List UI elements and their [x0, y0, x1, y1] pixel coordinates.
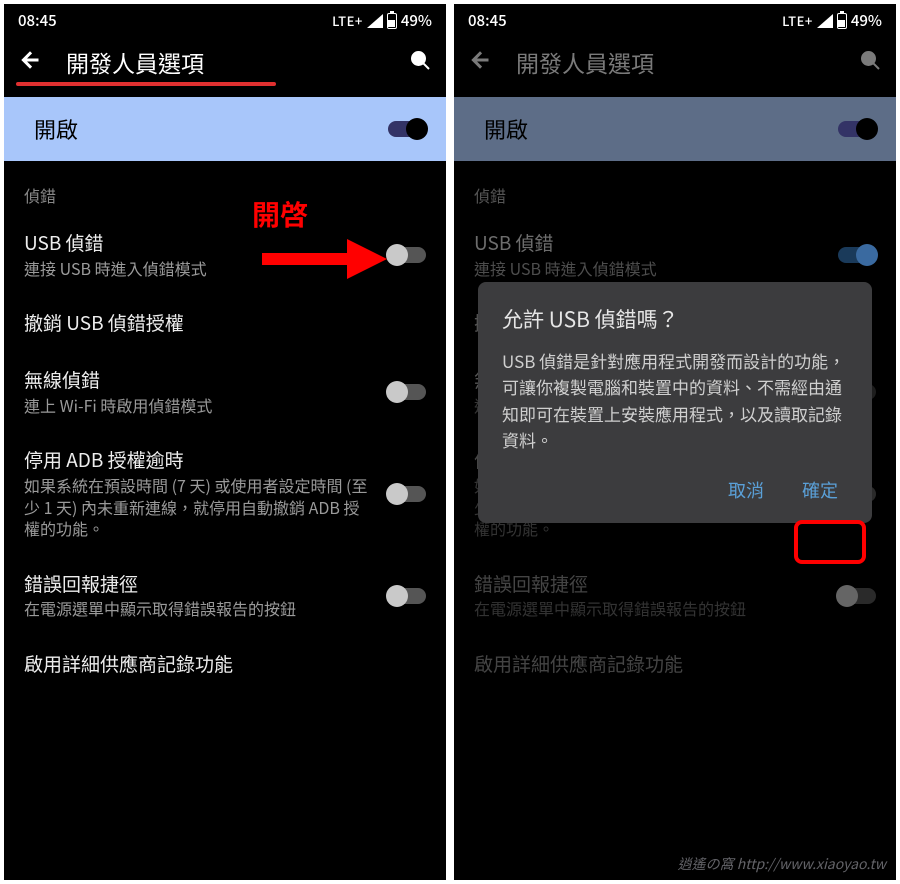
page-title: 開發人員選項 [516, 45, 834, 79]
network-label: LTE+ [332, 11, 363, 30]
annotation-open-label: 開啓 [252, 194, 308, 234]
status-right: LTE+ 49% [782, 10, 882, 31]
section-header-debug: 偵錯 [454, 161, 896, 215]
master-toggle-label: 開啟 [484, 113, 528, 145]
app-bar: 開發人員選項 [454, 35, 896, 97]
switch-icon [388, 588, 426, 604]
setting-subtitle: 如果系統在預設時間 (7 天) 或使用者設定時間 (至少 1 天) 內未重新連線… [24, 475, 374, 540]
setting-title: 錯誤回報捷徑 [24, 572, 374, 597]
phone-left: 08:45 LTE+ 49% 開發人員選項 開啟 偵錯 USB 偵錯 連接 US… [4, 4, 446, 880]
dialog-title: 允許 USB 偵錯嗎？ [502, 304, 848, 334]
setting-subtitle: 連接 USB 時進入偵錯模式 [24, 258, 374, 280]
phone-right: 08:45 LTE+ 49% 開發人員選項 開啟 偵錯 USB 偵錯 連接 US… [454, 4, 896, 880]
setting-vendor-logging[interactable]: 啟用詳細供應商記錄功能 [454, 636, 896, 693]
battery-icon [837, 13, 847, 29]
switch-icon [388, 247, 426, 263]
setting-wireless-debugging[interactable]: 無線偵錯 連上 Wi-Fi 時啟用偵錯模式 [4, 352, 446, 432]
app-bar: 開發人員選項 [4, 35, 446, 97]
battery-percent: 49% [401, 10, 432, 31]
arrow-back-icon [18, 48, 42, 72]
usb-debug-confirm-dialog: 允許 USB 偵錯嗎？ USB 偵錯是針對應用程式開發而設計的功能，可讓你複製電… [478, 282, 872, 523]
developer-options-master-toggle[interactable]: 開啟 [4, 97, 446, 161]
battery-icon [387, 13, 397, 29]
section-header-debug: 偵錯 [4, 161, 446, 215]
status-right: LTE+ 49% [332, 10, 432, 31]
page-title: 開發人員選項 [66, 45, 384, 79]
network-label: LTE+ [782, 11, 813, 30]
status-time: 08:45 [468, 10, 507, 31]
setting-title: 撤銷 USB 偵錯授權 [24, 311, 426, 336]
setting-title: USB 偵錯 [474, 231, 824, 256]
watermark: 逍遙の窩 http://www.xiaoyao.tw [678, 854, 886, 874]
setting-bug-report-shortcut[interactable]: 錯誤回報捷徑 在電源選單中顯示取得錯誤報告的按鈕 [4, 556, 446, 636]
setting-adb-timeout[interactable]: 停用 ADB 授權逾時 如果系統在預設時間 (7 天) 或使用者設定時間 (至少… [4, 432, 446, 555]
status-bar: 08:45 LTE+ 49% [4, 4, 446, 35]
switch-icon [388, 121, 426, 137]
switch-icon [388, 486, 426, 502]
signal-icon [367, 14, 383, 28]
back-button[interactable] [18, 48, 42, 77]
setting-title: 停用 ADB 授權逾時 [24, 448, 374, 473]
master-toggle-label: 開啟 [34, 113, 78, 145]
search-button[interactable] [858, 48, 882, 77]
back-button[interactable] [468, 48, 492, 77]
setting-title: 啟用詳細供應商記錄功能 [24, 652, 426, 677]
switch-icon [838, 588, 876, 604]
search-button[interactable] [408, 48, 432, 77]
search-icon [858, 48, 882, 72]
status-bar: 08:45 LTE+ 49% [454, 4, 896, 35]
setting-title: 啟用詳細供應商記錄功能 [474, 652, 876, 677]
setting-usb-debugging[interactable]: USB 偵錯 連接 USB 時進入偵錯模式 [4, 215, 446, 295]
status-time: 08:45 [18, 10, 57, 31]
ok-button[interactable]: 確定 [792, 471, 848, 509]
setting-subtitle: 連上 Wi-Fi 時啟用偵錯模式 [24, 395, 374, 417]
setting-bug-report-shortcut[interactable]: 錯誤回報捷徑 在電源選單中顯示取得錯誤報告的按鈕 [454, 556, 896, 636]
signal-icon [817, 14, 833, 28]
setting-subtitle: 在電源選單中顯示取得錯誤報告的按鈕 [24, 598, 374, 620]
battery-percent: 49% [851, 10, 882, 31]
cancel-button[interactable]: 取消 [718, 471, 774, 509]
switch-icon [838, 121, 876, 137]
setting-title: USB 偵錯 [24, 231, 374, 256]
switch-icon [388, 384, 426, 400]
setting-subtitle: 在電源選單中顯示取得錯誤報告的按鈕 [474, 598, 824, 620]
developer-options-master-toggle[interactable]: 開啟 [454, 97, 896, 161]
search-icon [408, 48, 432, 72]
arrow-back-icon [468, 48, 492, 72]
dialog-actions: 取消 確定 [502, 471, 848, 509]
setting-revoke-usb-auth[interactable]: 撤銷 USB 偵錯授權 [4, 295, 446, 352]
setting-title: 無線偵錯 [24, 368, 374, 393]
setting-title: 錯誤回報捷徑 [474, 572, 824, 597]
dialog-body: USB 偵錯是針對應用程式開發而設計的功能，可讓你複製電腦和裝置中的資料、不需經… [502, 348, 848, 453]
setting-subtitle: 連接 USB 時進入偵錯模式 [474, 258, 824, 280]
setting-vendor-logging[interactable]: 啟用詳細供應商記錄功能 [4, 636, 446, 693]
switch-icon [838, 247, 876, 263]
annotation-underline [16, 82, 276, 86]
